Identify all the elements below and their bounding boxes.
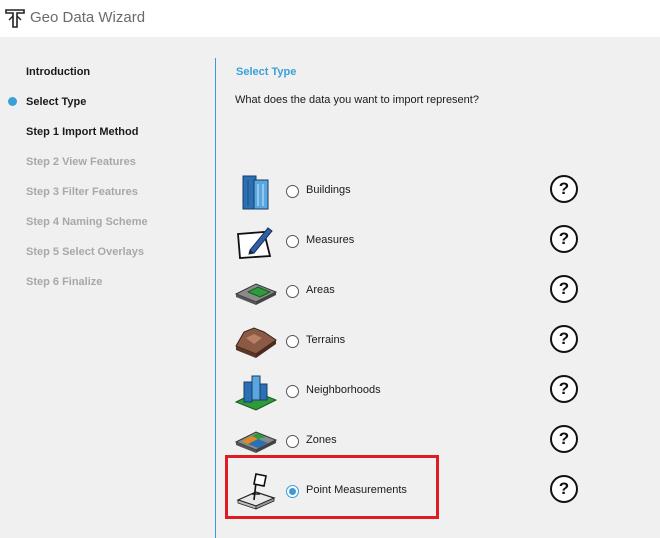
option-label-zones: Zones bbox=[306, 434, 337, 446]
question-text: What does the data you want to import re… bbox=[235, 94, 479, 106]
help-button-terrains[interactable]: ? bbox=[550, 325, 578, 353]
buildings-icon bbox=[242, 175, 269, 210]
app-logo-icon bbox=[5, 9, 25, 28]
step-filter-features: Step 3 Filter Features bbox=[26, 186, 138, 198]
option-neighborhoods[interactable]: Neighborhoods ? bbox=[234, 370, 578, 414]
help-button-buildings[interactable]: ? bbox=[550, 175, 578, 203]
option-label-neighborhoods: Neighborhoods bbox=[306, 384, 381, 396]
window-title: Geo Data Wizard bbox=[30, 9, 146, 26]
help-button-zones[interactable]: ? bbox=[550, 425, 578, 453]
step-finalize: Step 6 Finalize bbox=[26, 276, 103, 288]
help-button-areas[interactable]: ? bbox=[550, 275, 578, 303]
radio-measures[interactable] bbox=[286, 235, 299, 248]
radio-areas[interactable] bbox=[286, 285, 299, 298]
option-label-measures: Measures bbox=[306, 234, 355, 246]
step-introduction[interactable]: Introduction bbox=[26, 66, 90, 78]
help-button-neighborhoods[interactable]: ? bbox=[550, 375, 578, 403]
step-view-features: Step 2 View Features bbox=[26, 156, 136, 168]
help-button-point-measurements[interactable]: ? bbox=[550, 475, 578, 503]
radio-terrains[interactable] bbox=[286, 335, 299, 348]
radio-buildings[interactable] bbox=[286, 185, 299, 198]
help-button-measures[interactable]: ? bbox=[550, 225, 578, 253]
neighborhoods-icon bbox=[234, 375, 278, 411]
areas-icon bbox=[234, 283, 278, 305]
step-select-type[interactable]: Select Type bbox=[26, 96, 86, 108]
option-areas[interactable]: Areas ? bbox=[234, 270, 578, 314]
option-measures[interactable]: Measures ? bbox=[234, 220, 578, 264]
radio-zones[interactable] bbox=[286, 435, 299, 448]
current-step-indicator-icon bbox=[8, 97, 17, 106]
measures-icon bbox=[237, 227, 273, 259]
section-title: Select Type bbox=[236, 66, 297, 78]
highlight-annotation-box bbox=[225, 455, 439, 519]
option-label-buildings: Buildings bbox=[306, 184, 351, 196]
step-naming-scheme: Step 4 Naming Scheme bbox=[26, 216, 148, 228]
radio-neighborhoods[interactable] bbox=[286, 385, 299, 398]
title-bar: Geo Data Wizard bbox=[0, 0, 660, 37]
option-terrains[interactable]: Terrains ? bbox=[234, 320, 578, 364]
option-label-areas: Areas bbox=[306, 284, 335, 296]
option-label-terrains: Terrains bbox=[306, 334, 346, 346]
step-import-method[interactable]: Step 1 Import Method bbox=[26, 126, 138, 138]
step-select-overlays: Step 5 Select Overlays bbox=[26, 246, 145, 258]
option-buildings[interactable]: Buildings ? bbox=[234, 170, 578, 214]
terrains-icon bbox=[235, 327, 277, 358]
